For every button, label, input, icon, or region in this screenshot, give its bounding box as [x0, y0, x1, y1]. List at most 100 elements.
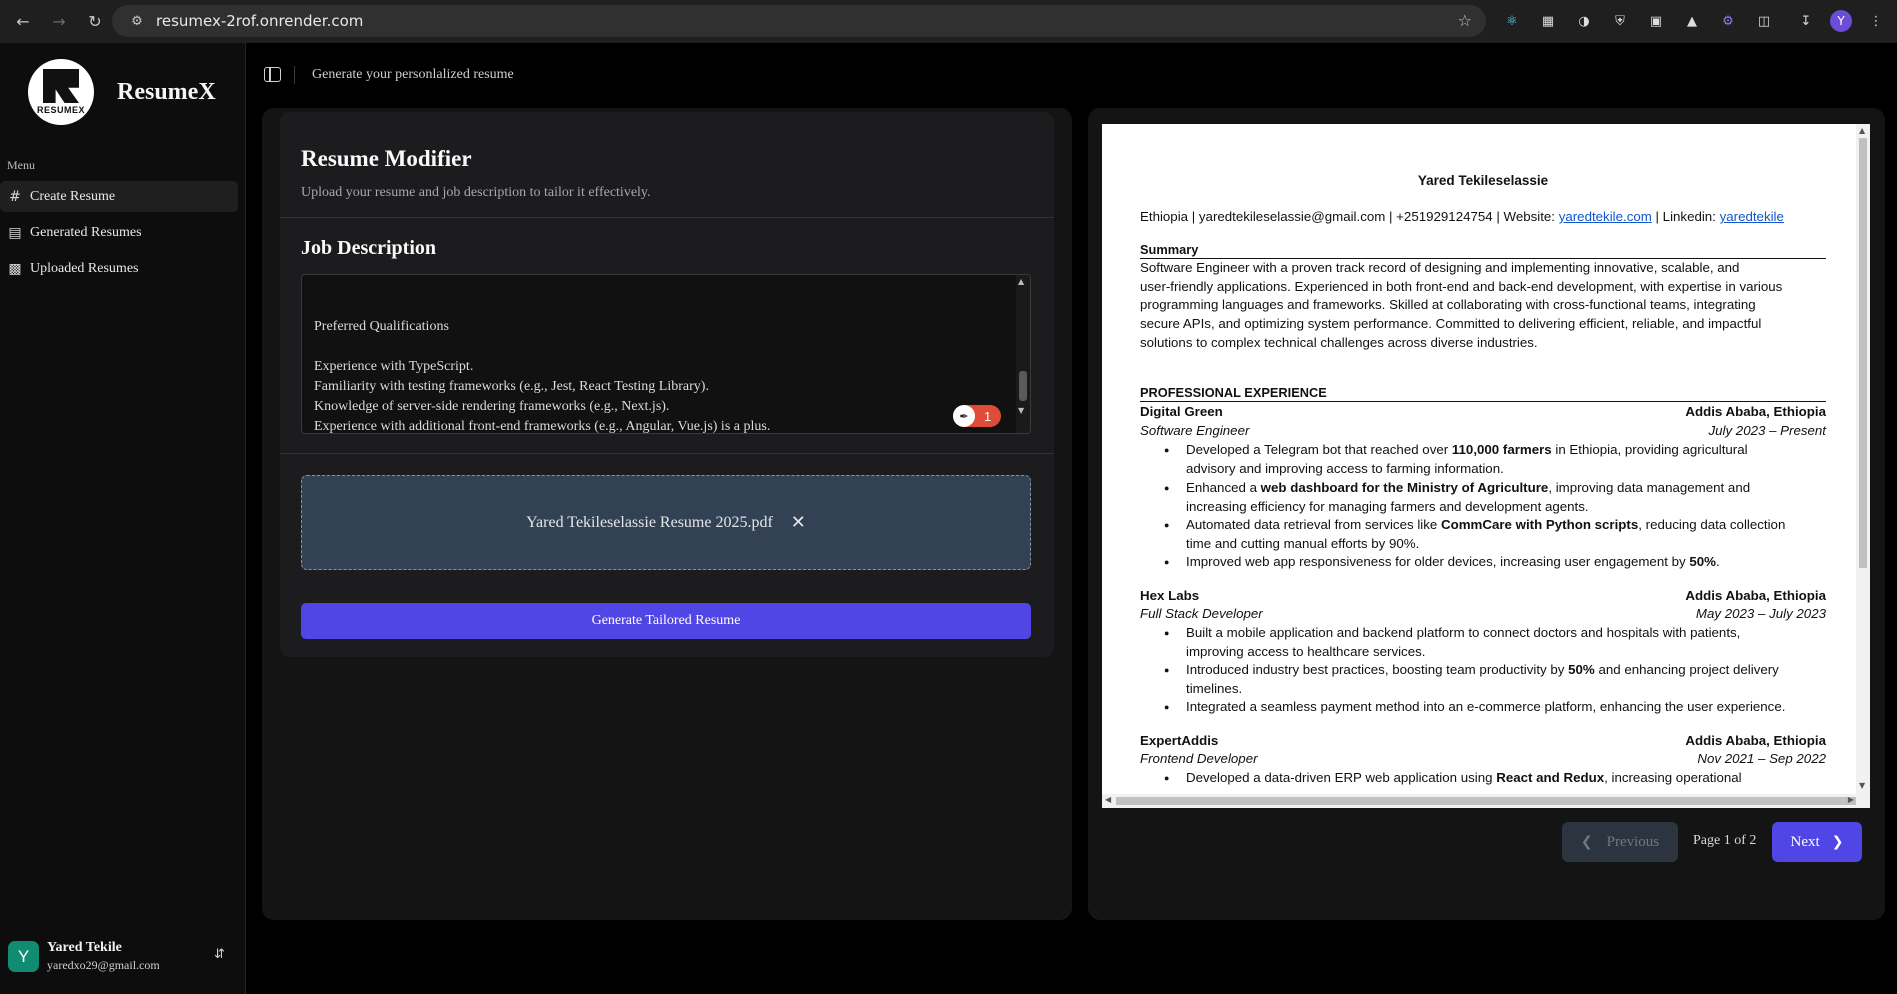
- reload-icon[interactable]: ↻: [82, 9, 108, 35]
- back-icon[interactable]: ←: [10, 9, 36, 35]
- user-menu[interactable]: Y Yared Tekile yaredxo29@gmail.com ⇵: [0, 934, 246, 994]
- user-name: Yared Tekile: [47, 940, 122, 955]
- gear-extension-icon[interactable]: ⚙: [1716, 9, 1740, 33]
- modifier-panel: Resume Modifier Upload your resume and j…: [262, 108, 1072, 920]
- resume-contact: Ethiopia | yaredtekileselassie@gmail.com…: [1140, 209, 1826, 224]
- logo[interactable]: RESUMEX: [28, 59, 94, 125]
- sidebar: RESUMEX ResumeX Menu # Create Resume ▤ G…: [0, 43, 246, 994]
- menu-kebab-icon[interactable]: ⋮: [1864, 9, 1888, 33]
- site-settings-icon[interactable]: ⚙: [122, 14, 152, 29]
- job-role: Software Engineer: [1140, 423, 1250, 438]
- page-title: Generate your personlalized resume: [312, 67, 514, 82]
- remove-file-icon[interactable]: ✕: [791, 512, 806, 533]
- scroll-up-icon[interactable]: ▲: [1859, 126, 1865, 135]
- scroll-down-icon[interactable]: ▼: [1018, 406, 1024, 415]
- list-item: Improved web app responsiveness for olde…: [1164, 553, 1826, 572]
- job-location: Addis Ababa, Ethiopia: [1685, 588, 1826, 603]
- job-subheader: Frontend Developer Nov 2021 – Sep 2022: [1140, 751, 1826, 766]
- job-location: Addis Ababa, Ethiopia: [1685, 733, 1826, 748]
- bookmark-star-icon[interactable]: ☆: [1458, 11, 1472, 30]
- job-header: ExpertAddis Addis Ababa, Ethiopia: [1140, 733, 1826, 748]
- extension-icon[interactable]: ▦: [1536, 9, 1560, 33]
- puzzle-icon[interactable]: ◫: [1752, 9, 1776, 33]
- logo-mark-icon: [43, 69, 79, 103]
- next-label: Next: [1790, 833, 1820, 850]
- scroll-up-icon[interactable]: ▲: [1018, 277, 1024, 286]
- sidebar-item-create-resume[interactable]: # Create Resume: [0, 181, 238, 212]
- divider: [280, 217, 1054, 218]
- company-name: Hex Labs: [1140, 588, 1200, 603]
- download-icon[interactable]: ↧: [1794, 9, 1818, 33]
- job-dates: July 2023 – Present: [1708, 423, 1826, 438]
- shield-icon[interactable]: ⛨: [1608, 9, 1632, 33]
- page-indicator: Page 1 of 2: [1693, 833, 1757, 848]
- linkedin-link[interactable]: yaredtekile: [1720, 209, 1784, 224]
- modifier-card: Resume Modifier Upload your resume and j…: [280, 112, 1054, 657]
- extension-icon[interactable]: ▲: [1680, 9, 1704, 33]
- previous-button[interactable]: ❮ Previous: [1562, 822, 1678, 862]
- extensions-bar: ⚛ ▦ ◑ ⛨ ▣ ▲ ⚙ ◫ ↧ Y ⋮: [1500, 9, 1888, 33]
- scroll-thumb[interactable]: [1019, 371, 1027, 401]
- company-name: Digital Green: [1140, 404, 1223, 419]
- badge-count: 1: [984, 408, 992, 424]
- user-email: yaredxo29@gmail.com: [47, 958, 160, 972]
- generate-tailored-resume-button[interactable]: Generate Tailored Resume: [301, 603, 1031, 639]
- next-button[interactable]: Next ❯: [1772, 822, 1862, 862]
- contact-text: | Linkedin:: [1651, 209, 1720, 224]
- card-subtitle: Upload your resume and job description t…: [301, 185, 651, 200]
- header-divider: [294, 66, 295, 84]
- scroll-thumb[interactable]: [1859, 138, 1867, 568]
- scroll-down-icon[interactable]: ▼: [1859, 781, 1865, 790]
- sidebar-item-uploaded-resumes[interactable]: ▩ Uploaded Resumes: [0, 253, 238, 284]
- menu-title: Menu: [7, 158, 35, 172]
- job-role: Frontend Developer: [1140, 751, 1258, 766]
- experience-heading: PROFESSIONAL EXPERIENCE: [1140, 385, 1826, 402]
- job-header: Digital Green Addis Ababa, Ethiopia: [1140, 404, 1826, 419]
- sidebar-item-label: Create Resume: [30, 188, 116, 204]
- scroll-thumb[interactable]: [1116, 797, 1856, 805]
- contact-text: Ethiopia | yaredtekileselassie@gmail.com…: [1140, 209, 1559, 224]
- file-dropzone[interactable]: Yared Tekileselassie Resume 2025.pdf ✕: [301, 475, 1031, 570]
- sidebar-toggle-icon[interactable]: [264, 67, 281, 82]
- resume-name: Yared Tekileselassie: [1417, 173, 1549, 188]
- forward-icon[interactable]: →: [46, 9, 72, 35]
- summary-heading: Summary: [1140, 242, 1826, 259]
- sidebar-item-generated-resumes[interactable]: ▤ Generated Resumes: [0, 217, 238, 248]
- hash-icon: #: [9, 188, 21, 205]
- list-item: Built a mobile application and backend p…: [1164, 624, 1826, 661]
- scroll-left-icon[interactable]: ◀: [1105, 795, 1111, 804]
- grammar-badge[interactable]: ✒ 1: [953, 405, 1001, 427]
- react-devtools-icon[interactable]: ⚛: [1500, 9, 1524, 33]
- preview-panel: Yared Tekileselassie Ethiopia | yaredtek…: [1088, 108, 1885, 920]
- extension-icon[interactable]: ◑: [1572, 9, 1596, 33]
- job-location: Addis Ababa, Ethiopia: [1685, 404, 1826, 419]
- url-text: resumex-2rof.onrender.com: [156, 12, 364, 30]
- previous-label: Previous: [1606, 833, 1660, 850]
- logo-text: RESUMEX: [36, 105, 85, 115]
- sidebar-item-label: Uploaded Resumes: [30, 260, 139, 276]
- avatar: Y: [8, 941, 39, 972]
- card-title: Resume Modifier: [301, 146, 472, 171]
- job-subheader: Full Stack Developer May 2023 – July 202…: [1140, 606, 1826, 621]
- list-item: Developed a Telegram bot that reached ov…: [1164, 441, 1826, 478]
- job-description-textarea[interactable]: Preferred Qualifications Experience with…: [301, 274, 1031, 434]
- browser-toolbar: ← → ↻ ⚙ resumex-2rof.onrender.com ☆ ⚛ ▦ …: [0, 0, 1897, 43]
- feather-icon: ✒: [953, 405, 975, 427]
- website-link[interactable]: yaredtekile.com: [1559, 209, 1652, 224]
- profile-avatar[interactable]: Y: [1830, 10, 1852, 32]
- address-bar[interactable]: ⚙ resumex-2rof.onrender.com ☆: [112, 5, 1486, 37]
- pagination: ❮ Previous Page 1 of 2 Next ❯: [1088, 822, 1885, 862]
- brand-name: ResumeX: [117, 79, 216, 105]
- preview-horizontal-scrollbar[interactable]: ◀ ▶: [1102, 794, 1870, 808]
- preview-vertical-scrollbar[interactable]: ▲ ▼: [1856, 124, 1870, 794]
- uploaded-file-name: Yared Tekileselassie Resume 2025.pdf: [526, 513, 773, 531]
- list-item: Introduced industry best practices, boos…: [1164, 661, 1826, 698]
- job-description-text: Preferred Qualifications Experience with…: [314, 319, 771, 434]
- chevron-left-icon: ❮: [1580, 834, 1593, 850]
- resume-preview[interactable]: Yared Tekileselassie Ethiopia | yaredtek…: [1102, 124, 1870, 808]
- extension-icon[interactable]: ▣: [1644, 9, 1668, 33]
- textarea-scrollbar[interactable]: ▲ ▼: [1016, 275, 1030, 433]
- scroll-right-icon[interactable]: ▶: [1848, 795, 1854, 804]
- job-role: Full Stack Developer: [1140, 606, 1263, 621]
- job-subheader: Software Engineer July 2023 – Present: [1140, 423, 1826, 438]
